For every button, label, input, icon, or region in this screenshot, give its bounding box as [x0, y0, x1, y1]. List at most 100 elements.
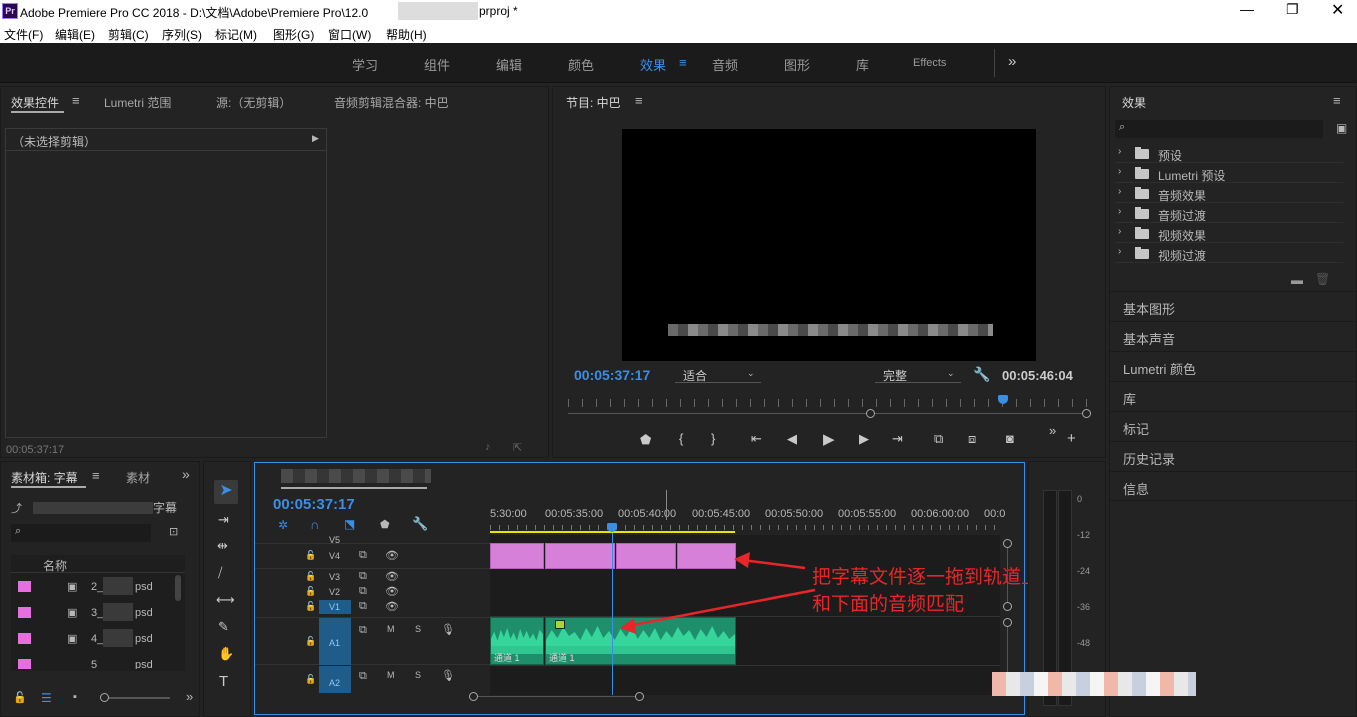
export-frame-icon[interactable]: ⇱	[513, 441, 522, 454]
sync-lock-icon[interactable]: ⧉	[359, 585, 367, 598]
quality-dropdown[interactable]: 完整 ⌄	[875, 366, 961, 383]
mute-button[interactable]: M	[387, 624, 395, 634]
menu-edit[interactable]: 编辑(E)	[55, 26, 95, 43]
zoom-slider-knob[interactable]	[100, 693, 109, 702]
zoom-slider[interactable]	[100, 693, 170, 702]
bin-search-input[interactable]: ⌕	[11, 524, 151, 542]
tab-bin[interactable]: 素材箱: 字幕	[11, 469, 78, 486]
tree-item-audio-transitions[interactable]: › 音频过渡	[1115, 203, 1343, 223]
panel-menu-icon[interactable]: ≡	[72, 93, 80, 108]
sync-lock-icon[interactable]: ⧉	[359, 549, 367, 562]
new-bin-icon[interactable]: ▬	[1291, 273, 1303, 287]
linked-selection-icon[interactable]: ∩	[310, 517, 319, 532]
list-item[interactable]: ▣ 4_ psd	[11, 627, 171, 651]
workspace-libraries[interactable]: 库	[856, 55, 869, 74]
marker-icon[interactable]: ⬟	[380, 518, 390, 531]
tab-source[interactable]: 源:（无剪辑）	[216, 94, 291, 111]
v-scroll-knob-top[interactable]	[1003, 539, 1012, 548]
go-to-in-icon[interactable]: ⇤	[751, 431, 762, 447]
workspace-editing[interactable]: 编辑	[496, 55, 522, 74]
workspace-audio[interactable]: 音频	[712, 55, 738, 74]
menu-file[interactable]: 文件(F)	[4, 26, 43, 43]
sync-lock-icon[interactable]: ⧉	[359, 600, 367, 613]
workspace-learn[interactable]: 学习	[352, 55, 378, 74]
lock-icon[interactable]: 🔓	[305, 636, 316, 647]
settings-wrench-icon[interactable]: 🔧	[412, 516, 428, 532]
workspace-assembly[interactable]: 组件	[424, 55, 450, 74]
tree-item-video-effects[interactable]: › 视频效果	[1115, 223, 1343, 243]
v-scroll-knob-top[interactable]	[1003, 618, 1012, 627]
microphone-icon[interactable]: 🎙	[441, 623, 455, 636]
mark-in-icon[interactable]: {	[679, 431, 683, 446]
snap-icon[interactable]: ✲	[278, 518, 288, 532]
col-name-header[interactable]: 名称	[43, 557, 67, 574]
panel-info[interactable]: 信息	[1110, 471, 1357, 501]
minimize-button[interactable]: —	[1240, 1, 1254, 17]
list-item[interactable]: ▣ 3_ psd	[11, 601, 171, 625]
extract-icon[interactable]: ⧈	[968, 431, 976, 447]
timeline-timecode[interactable]: 00:05:37:17	[273, 496, 355, 513]
play-audio-icon[interactable]: ♪	[485, 441, 491, 453]
list-scrollbar[interactable]	[175, 575, 181, 601]
menu-graphics[interactable]: 图形(G)	[273, 26, 314, 43]
subtitle-clip[interactable]	[490, 543, 544, 569]
zoom-handle-left[interactable]	[866, 409, 875, 418]
add-marker-icon[interactable]: ⬔	[344, 517, 355, 531]
overflow-icon[interactable]: »	[1049, 423, 1056, 438]
lift-icon[interactable]: ⧉	[934, 431, 943, 447]
mute-button[interactable]: M	[387, 670, 395, 680]
menu-marker[interactable]: 标记(M)	[215, 26, 257, 43]
overflow-icon[interactable]: »	[186, 689, 193, 704]
up-folder-icon[interactable]: ⤴	[11, 500, 22, 516]
step-forward-icon[interactable]: ▶	[859, 431, 869, 447]
step-back-icon[interactable]: ◀	[787, 431, 797, 447]
workspace-color[interactable]: 颜色	[568, 55, 594, 74]
fit-dropdown[interactable]: 适合 ⌄	[675, 366, 761, 383]
workspace-effects-en[interactable]: Effects	[913, 57, 946, 69]
menu-window[interactable]: 窗口(W)	[328, 26, 371, 43]
v-scroll-knob-bottom[interactable]	[1003, 602, 1012, 611]
effects-search-input[interactable]: ⌕	[1115, 120, 1323, 138]
selection-tool[interactable]: ➤	[214, 480, 238, 504]
new-custom-bin-icon[interactable]: ▣	[1336, 121, 1347, 135]
settings-wrench-icon[interactable]: 🔧	[973, 366, 990, 383]
hand-tool[interactable]: ✋	[218, 646, 234, 662]
panel-lumetri-color[interactable]: Lumetri 颜色	[1110, 351, 1357, 381]
go-to-out-icon[interactable]: ⇥	[892, 431, 903, 447]
microphone-icon[interactable]: 🎙	[441, 669, 455, 682]
effects-menu-icon[interactable]: ≡	[1333, 93, 1341, 108]
tree-item-presets[interactable]: › 预设	[1115, 143, 1343, 163]
add-marker-icon[interactable]: ⬟	[640, 432, 651, 448]
zoom-scrollbar[interactable]	[568, 413, 1088, 414]
tab-media[interactable]: 素材	[126, 469, 150, 486]
time-ruler[interactable]: 5:30:00 00:05:35:00 00:05:40:00 00:05:45…	[490, 503, 1005, 533]
add-button-icon[interactable]: +	[1067, 430, 1076, 447]
list-item[interactable]: 5_ psd	[11, 653, 171, 669]
tree-item-video-transitions[interactable]: › 视频过渡	[1115, 243, 1343, 263]
export-frame-icon[interactable]: ◙	[1006, 431, 1014, 446]
type-tool[interactable]: T	[219, 673, 228, 690]
h-scroll-knob-left[interactable]	[469, 692, 478, 701]
track-select-tool[interactable]: ⇥	[218, 512, 229, 528]
eye-icon[interactable]: 👁	[385, 549, 399, 562]
lock-icon[interactable]: 🔓	[305, 674, 316, 685]
workspace-overflow-icon[interactable]: »	[1008, 53, 1016, 70]
tree-item-lumetri-presets[interactable]: › Lumetri 预设	[1115, 163, 1343, 183]
eye-icon[interactable]: 👁	[385, 570, 399, 583]
slip-tool[interactable]: ⟷	[216, 592, 235, 608]
play-icon[interactable]: ▶	[823, 430, 835, 448]
ripple-edit-tool[interactable]: ⇹	[217, 538, 228, 554]
tab-lumetri-scopes[interactable]: Lumetri 范围	[104, 94, 171, 111]
icon-view-icon[interactable]: ▪	[73, 691, 77, 703]
list-item[interactable]: ▣ 2_ psd	[11, 575, 171, 599]
h-scroll-knob-right[interactable]	[635, 692, 644, 701]
delete-icon[interactable]: 🗑	[1315, 272, 1330, 286]
menu-help[interactable]: 帮助(H)	[386, 26, 427, 43]
program-menu-icon[interactable]: ≡	[635, 93, 643, 108]
panel-essential-sound[interactable]: 基本声音	[1110, 321, 1357, 351]
solo-button[interactable]: S	[415, 670, 421, 680]
sync-lock-icon[interactable]: ⧉	[359, 624, 367, 637]
razor-tool[interactable]: ⧸	[218, 565, 222, 581]
sync-lock-icon[interactable]: ⧉	[359, 570, 367, 583]
tree-item-audio-effects[interactable]: › 音频效果	[1115, 183, 1343, 203]
